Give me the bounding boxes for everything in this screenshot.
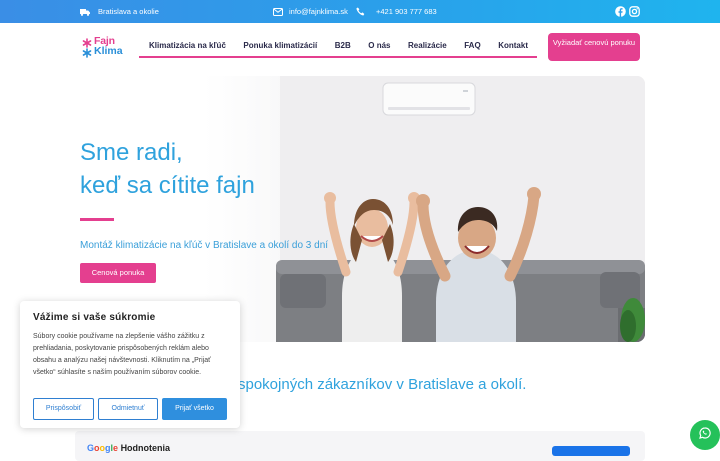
request-quote-button[interactable]: Vyžiadať cenovú ponuku [548, 33, 640, 61]
logo-text-line2: Klima [94, 45, 123, 57]
air-conditioner-image [382, 82, 476, 116]
hero-subtitle: Montáž klimatizácie na kľúč v Bratislave… [80, 240, 329, 251]
hero-divider [80, 218, 114, 221]
phone-icon [356, 7, 365, 16]
cookie-accept-button[interactable]: Prijať všetko [162, 398, 227, 420]
nav-item-kontakt[interactable]: Kontakt [498, 41, 528, 50]
customers-tagline: spokojných zákazníkov v Bratislave a oko… [238, 376, 527, 393]
cookie-customize-button[interactable]: Prispôsobiť [33, 398, 94, 420]
location-info: Bratislava a okolie [80, 0, 159, 23]
hero-title-line1: Sme radi, [80, 139, 183, 166]
nav-item-o-nas[interactable]: O nás [368, 41, 390, 50]
facebook-icon[interactable] [615, 6, 626, 17]
nav-item-b2b[interactable]: B2B [335, 41, 351, 50]
hero-title-line2: keď sa cítite fajn [80, 172, 255, 199]
main-navigation: Klimatizácia na kľúč Ponuka klimatizácií… [139, 35, 537, 58]
instagram-icon[interactable] [629, 6, 640, 17]
email-text[interactable]: info@fajnklima.sk [289, 7, 348, 16]
site-logo[interactable]: Fajn Klima [80, 36, 132, 60]
facebook-link[interactable] [615, 0, 626, 23]
whatsapp-button[interactable] [690, 420, 720, 450]
email-link[interactable]: info@fajnklima.sk [273, 0, 348, 23]
nav-item-realizacie[interactable]: Realizácie [408, 41, 447, 50]
cookie-reject-button[interactable]: Odmietnuť [98, 398, 158, 420]
cookie-text: Súbory cookie používame na zlepšenie váš… [33, 333, 211, 376]
nav-item-ponuka-klimatizacii[interactable]: Ponuka klimatizácií [243, 41, 317, 50]
hero-title: Sme radi, keď sa cítite fajn [80, 136, 340, 202]
instagram-link[interactable] [629, 0, 640, 23]
google-review-button[interactable] [552, 446, 630, 456]
cookie-consent-banner: Vážime si vaše súkromie Súbory cookie po… [20, 301, 240, 428]
nav-item-faq[interactable]: FAQ [464, 41, 480, 50]
truck-icon [80, 8, 90, 16]
location-text: Bratislava a okolie [98, 7, 159, 16]
nav-item-klimatizacia-na-kluc[interactable]: Klimatizácia na kľúč [149, 41, 226, 50]
top-info-bar: Bratislava a okolie info@fajnklima.sk +4… [0, 0, 720, 23]
google-logo: Google [87, 443, 119, 453]
phone-text[interactable]: +421 903 777 683 [376, 7, 437, 16]
phone-link[interactable]: +421 903 777 683 [356, 0, 437, 23]
price-offer-button[interactable]: Cenová ponuka [80, 263, 156, 283]
whatsapp-icon [699, 426, 711, 444]
reviews-label: Hodnotenia [120, 443, 171, 453]
snowflake-icon [80, 38, 94, 63]
google-reviews-title: Google Hodnotenia [87, 443, 170, 453]
email-icon [273, 7, 283, 16]
cookie-title: Vážime si vaše súkromie [33, 312, 156, 323]
